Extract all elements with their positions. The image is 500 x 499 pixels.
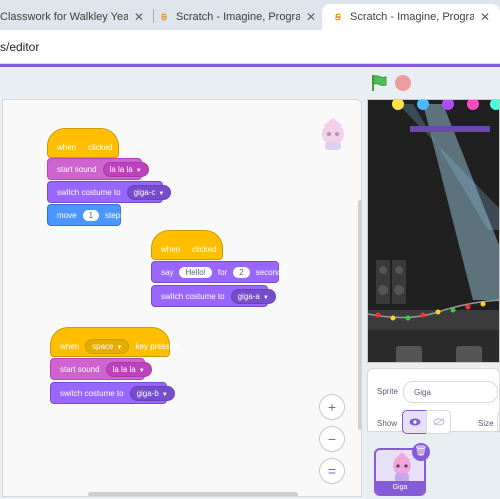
hide-sprite-button[interactable] [426, 410, 451, 434]
zoom-in-button[interactable]: + [319, 394, 345, 420]
dropdown-value: space [92, 341, 114, 351]
url-text[interactable]: s/editor [0, 40, 39, 54]
block-text: seconds [255, 267, 286, 277]
block-text: key pressed [135, 341, 179, 351]
block-text: say [161, 267, 174, 277]
dropdown-value: giga-a [237, 291, 260, 301]
dropdown-value: giga-c [133, 187, 156, 197]
zoom-reset-button[interactable]: = [319, 458, 345, 484]
start-sound-block[interactable]: start sound la la la ▼ [47, 158, 149, 180]
sprite-ghost-icon [322, 118, 344, 150]
sprite-tile-name: Giga [376, 481, 424, 494]
block-text: switch costume to [161, 291, 225, 301]
block-text: start sound [60, 364, 100, 374]
tab-separator [153, 9, 154, 23]
zoom-out-icon: − [327, 431, 337, 447]
stop-icon[interactable] [395, 75, 411, 91]
close-icon[interactable]: ✕ [306, 10, 316, 24]
switch-costume-block[interactable]: switch costume to giga-a ▼ [151, 285, 276, 307]
key-dropdown[interactable]: space ▼ [85, 338, 130, 354]
tab-scratch-1[interactable]: ꞩ Scratch - Imagine, Program, Sh ✕ [158, 4, 320, 30]
dropdown-value: giga-b [136, 388, 159, 398]
caret-down-icon: ▼ [135, 167, 142, 174]
caret-down-icon: ▼ [262, 294, 269, 301]
show-sprite-button[interactable] [402, 410, 427, 434]
caret-down-icon: ▼ [158, 190, 165, 197]
block-text: clicked [88, 142, 113, 152]
tab-title: Scratch - Imagine, Program, Sh [176, 11, 300, 23]
show-label: Show [377, 419, 398, 428]
code-workspace[interactable]: when clicked start sound la la la ▼ switc… [2, 99, 362, 497]
vertical-scrollbar[interactable] [358, 200, 361, 430]
dropdown-value: la la la [109, 164, 133, 174]
sprite-label: Sprite [377, 387, 398, 396]
sprite-name-input[interactable]: Giga [403, 381, 498, 403]
switch-costume-block[interactable]: switch costume to giga-b ▼ [50, 382, 175, 404]
scratch-favicon-icon: ꞩ [335, 11, 341, 23]
stage-backdrop-image [368, 100, 499, 362]
eye-icon [409, 418, 420, 426]
tab-classwork[interactable]: Classwork for Walkley Year 3 (2 ✕ [0, 4, 152, 30]
when-flag-clicked-block[interactable]: when clicked [47, 128, 119, 158]
costume-dropdown[interactable]: giga-b ▼ [129, 385, 175, 401]
sprite-info-panel: Sprite Giga Show Size [367, 368, 500, 434]
zoom-in-icon: + [327, 399, 337, 415]
tab-title: Classwork for Walkley Year 3 (2 [0, 11, 128, 23]
block-text: switch costume to [57, 187, 121, 197]
browser-tab-bar: Classwork for Walkley Year 3 (2 ✕ ꞩ Scra… [0, 0, 500, 30]
switch-costume-block[interactable]: switch costume to giga-c ▼ [47, 181, 172, 203]
close-icon[interactable]: ✕ [480, 10, 490, 24]
horizontal-scrollbar[interactable] [88, 492, 298, 496]
costume-dropdown[interactable]: giga-a ▼ [230, 288, 276, 304]
sound-dropdown[interactable]: la la la ▼ [105, 361, 152, 377]
zoom-out-button[interactable]: − [319, 426, 345, 452]
tab-title: Scratch - Imagine, Program, Sh [350, 11, 474, 23]
start-sound-block[interactable]: start sound la la la ▼ [50, 358, 152, 380]
when-key-pressed-block[interactable]: when space ▼ key pressed [50, 327, 179, 357]
block-text: for [217, 267, 228, 277]
block-text: switch costume to [60, 388, 124, 398]
caret-down-icon: ▼ [116, 344, 123, 351]
size-label: Size [478, 419, 494, 428]
green-flag-icon[interactable] [370, 74, 388, 92]
trash-icon: 🗑 [414, 446, 428, 457]
say-text-input[interactable]: Hello! [179, 266, 212, 278]
block-text: start sound [57, 164, 97, 174]
delete-sprite-button[interactable]: 🗑 [412, 443, 430, 461]
costume-dropdown[interactable]: giga-c ▼ [126, 184, 172, 200]
close-icon[interactable]: ✕ [134, 10, 144, 24]
block-text: when [57, 142, 77, 152]
block-text: when [60, 341, 80, 351]
tab-scratch-active[interactable]: ꞩ Scratch - Imagine, Program, Sh ✕ [322, 4, 500, 30]
move-steps-block[interactable]: move 1 steps [47, 204, 125, 226]
block-text: when [161, 244, 181, 254]
eye-off-icon [433, 418, 444, 426]
dropdown-value: la la la [112, 364, 136, 374]
steps-input[interactable]: 1 [82, 209, 100, 221]
stage[interactable] [367, 99, 500, 363]
address-bar[interactable]: s/editor [0, 30, 500, 64]
when-flag-clicked-block[interactable]: when clicked [151, 230, 223, 260]
block-text: steps [105, 210, 125, 220]
block-text: clicked [192, 244, 217, 254]
caret-down-icon: ▼ [161, 391, 168, 398]
stage-header [0, 67, 500, 97]
caret-down-icon: ▼ [138, 367, 145, 374]
sound-dropdown[interactable]: la la la ▼ [102, 161, 149, 177]
seconds-input[interactable]: 2 [233, 266, 250, 278]
block-text: move [57, 210, 77, 220]
say-for-seconds-block[interactable]: say Hello! for 2 seconds [151, 261, 286, 283]
scratch-favicon-icon: ꞩ [161, 11, 167, 23]
zoom-reset-icon: = [327, 463, 337, 479]
